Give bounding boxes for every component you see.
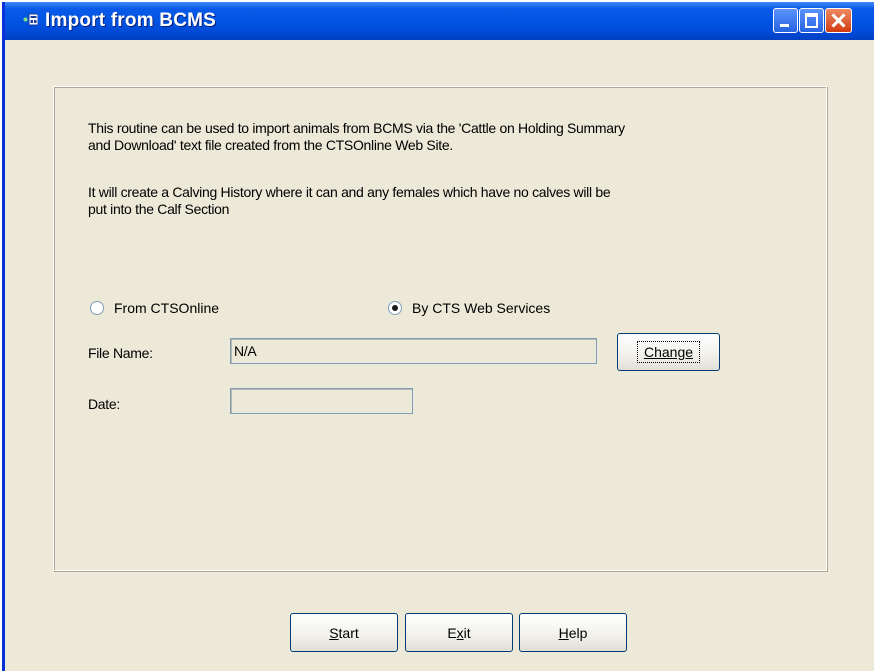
title-bar[interactable]: Import from BCMS [5,2,874,40]
date-field[interactable] [230,388,413,414]
minimize-button[interactable] [773,8,798,33]
description-line-2: and Download' text file created from the… [88,137,453,153]
change-button[interactable]: Change [617,333,720,371]
radio-by-cts-web-services[interactable]: By CTS Web Services [388,300,550,316]
description-line-3: It will create a Calving History where i… [88,184,611,200]
radio-label-from-ctsonline: From CTSOnline [114,300,220,316]
import-dialog-window: Import from BCMS [2,2,874,671]
description-line-1: This routine can be used to import anima… [88,120,625,136]
radio-button-unchecked[interactable] [90,301,104,315]
radio-label-by-cts-web-services: By CTS Web Services [412,300,551,316]
change-button-label: Change [636,341,701,363]
start-button-label: Start [329,624,359,641]
import-options-group [53,86,827,571]
help-button[interactable]: Help [519,613,627,652]
maximize-button[interactable] [799,8,824,33]
radio-from-ctsonline[interactable]: From CTSOnline [90,300,219,316]
exit-button-label: Exit [447,624,471,641]
file-name-field[interactable]: N/A [230,338,597,364]
start-button[interactable]: Start [290,613,398,652]
radio-button-checked[interactable] [388,301,402,315]
window-title: Import from BCMS [45,10,217,31]
description-line-4: put into the Calf Section [88,201,230,217]
app-window-icon [23,13,38,26]
file-name-label: File Name: [88,345,153,361]
exit-button[interactable]: Exit [405,613,513,652]
help-button-label: Help [558,624,588,641]
date-label: Date: [88,396,120,412]
close-button[interactable] [825,8,852,33]
